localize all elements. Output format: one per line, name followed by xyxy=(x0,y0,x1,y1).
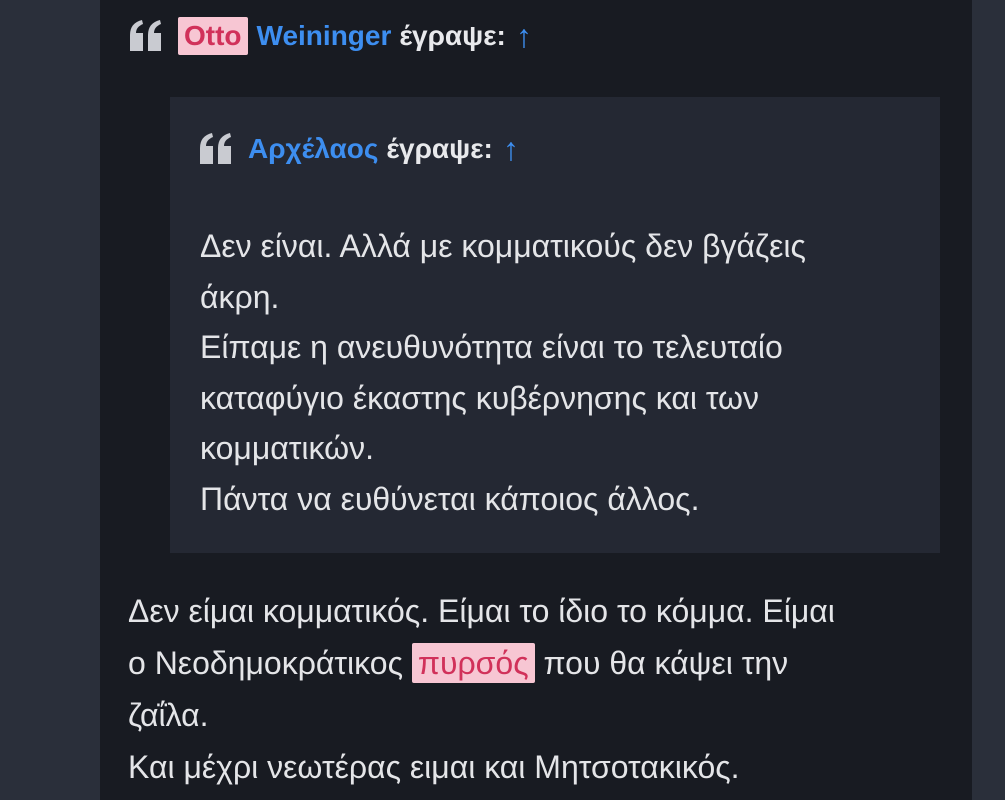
wrote-label: έγραψε: xyxy=(386,133,493,164)
inner-author-link[interactable]: Αρχέλαος xyxy=(248,133,378,165)
quote-icon xyxy=(198,132,234,166)
author-link-highlighted[interactable]: Otto xyxy=(178,17,248,55)
quote-line: άκρη. xyxy=(200,278,280,315)
quote-line: καταφύγιο έκαστης κυβέρνησης και των xyxy=(200,379,760,416)
quote-line: Είπαμε η ανευθυνότητα είναι το τελευταίο xyxy=(200,329,783,365)
reply-line: ο Νεοδημοκράτικος πυρσός που θα κάψει τη… xyxy=(128,637,958,689)
reply-text-segment: που θα κάψει την xyxy=(534,645,789,681)
quote-line: Πάντα να ευθύνεται κάποιος άλλος. xyxy=(200,480,700,517)
reply-line: ζαΐλα. xyxy=(128,697,209,733)
outer-quote-header: Otto Weininger έγραψε: ↑ xyxy=(128,14,532,58)
reply-line: Και μέχρι νεωτέρας ειμαι και Μητσοτακικό… xyxy=(128,749,740,785)
quote-icon xyxy=(128,19,164,53)
author-link[interactable]: Weininger xyxy=(257,20,392,52)
inner-quote: Αρχέλαος έγραψε: ↑ Δεν είναι. Αλλά με κο… xyxy=(170,97,940,553)
reply-text: Δεν είμαι κομματικός. Είμαι το ίδιο το κ… xyxy=(128,585,958,793)
quote-line: κομματικών. xyxy=(200,430,375,466)
highlighted-word: πυρσός xyxy=(411,643,535,683)
arrow-up-icon[interactable]: ↑ xyxy=(516,18,532,55)
reply-line: Δεν είμαι κομματικός. Είμαι το ίδιο το κ… xyxy=(128,593,835,629)
reply-text-segment: ο Νεοδημοκράτικος xyxy=(128,645,412,681)
inner-quote-text: Δεν είναι. Αλλά με κομματικούς δεν βγάζε… xyxy=(200,221,920,524)
post: Otto Weininger έγραψε: ↑ Αρχέλαος έγραψε… xyxy=(100,0,972,800)
inner-quote-header: Αρχέλαος έγραψε: ↑ xyxy=(198,127,519,171)
page: Otto Weininger έγραψε: ↑ Αρχέλαος έγραψε… xyxy=(0,0,1005,800)
quote-line: Δεν είναι. Αλλά με κομματικούς δεν βγάζε… xyxy=(200,228,806,264)
arrow-up-icon[interactable]: ↑ xyxy=(503,131,519,168)
wrote-label: έγραψε: xyxy=(399,20,506,51)
